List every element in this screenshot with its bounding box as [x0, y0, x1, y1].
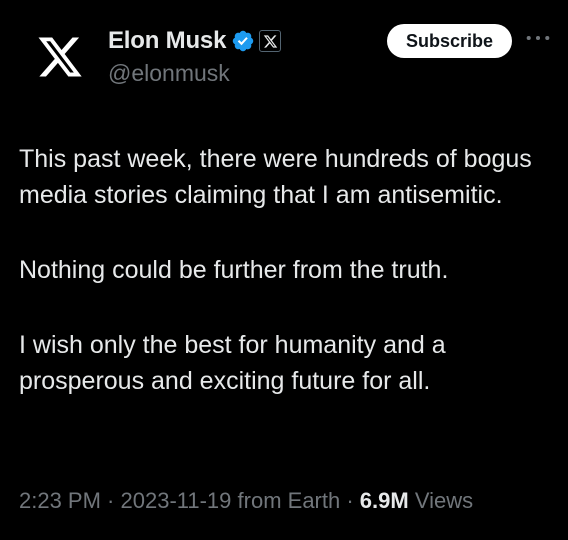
views-label: Views: [414, 488, 474, 513]
meta-separator: ·: [100, 488, 121, 513]
tweet-meta: 2:23 PM · 2023-11-19 from Earth · 6.9M V…: [19, 488, 473, 514]
timestamp-time[interactable]: 2:23 PM: [19, 488, 101, 513]
tweet-text: This past week, there were hundreds of b…: [19, 141, 549, 399]
views-count[interactable]: 6.9M: [360, 488, 409, 513]
subscribe-button[interactable]: Subscribe: [387, 24, 512, 58]
display-name[interactable]: Elon Musk: [108, 27, 226, 55]
handle[interactable]: @elonmusk: [108, 60, 281, 87]
name-row: Elon Musk: [108, 26, 282, 56]
tweet-card: Elon Musk @elonmusk Subscribe This past …: [0, 0, 568, 540]
timestamp-date[interactable]: 2023-11-19: [121, 488, 232, 513]
more-dots-icon[interactable]: [524, 28, 552, 48]
avatar[interactable]: [28, 25, 92, 89]
x-logo-icon: [38, 37, 82, 77]
tweet-paragraph: Nothing could be further from the truth.: [19, 256, 449, 284]
author-info: Elon Musk @elonmusk: [108, 26, 282, 87]
post-source: from Earth: [237, 488, 341, 513]
x-affiliate-icon[interactable]: [259, 30, 282, 52]
meta-separator: ·: [340, 488, 360, 513]
verified-badge-icon[interactable]: [231, 29, 255, 53]
tweet-paragraph: This past week, there were hundreds of b…: [19, 145, 532, 209]
tweet-paragraph: I wish only the best for humanity and a …: [19, 331, 446, 395]
